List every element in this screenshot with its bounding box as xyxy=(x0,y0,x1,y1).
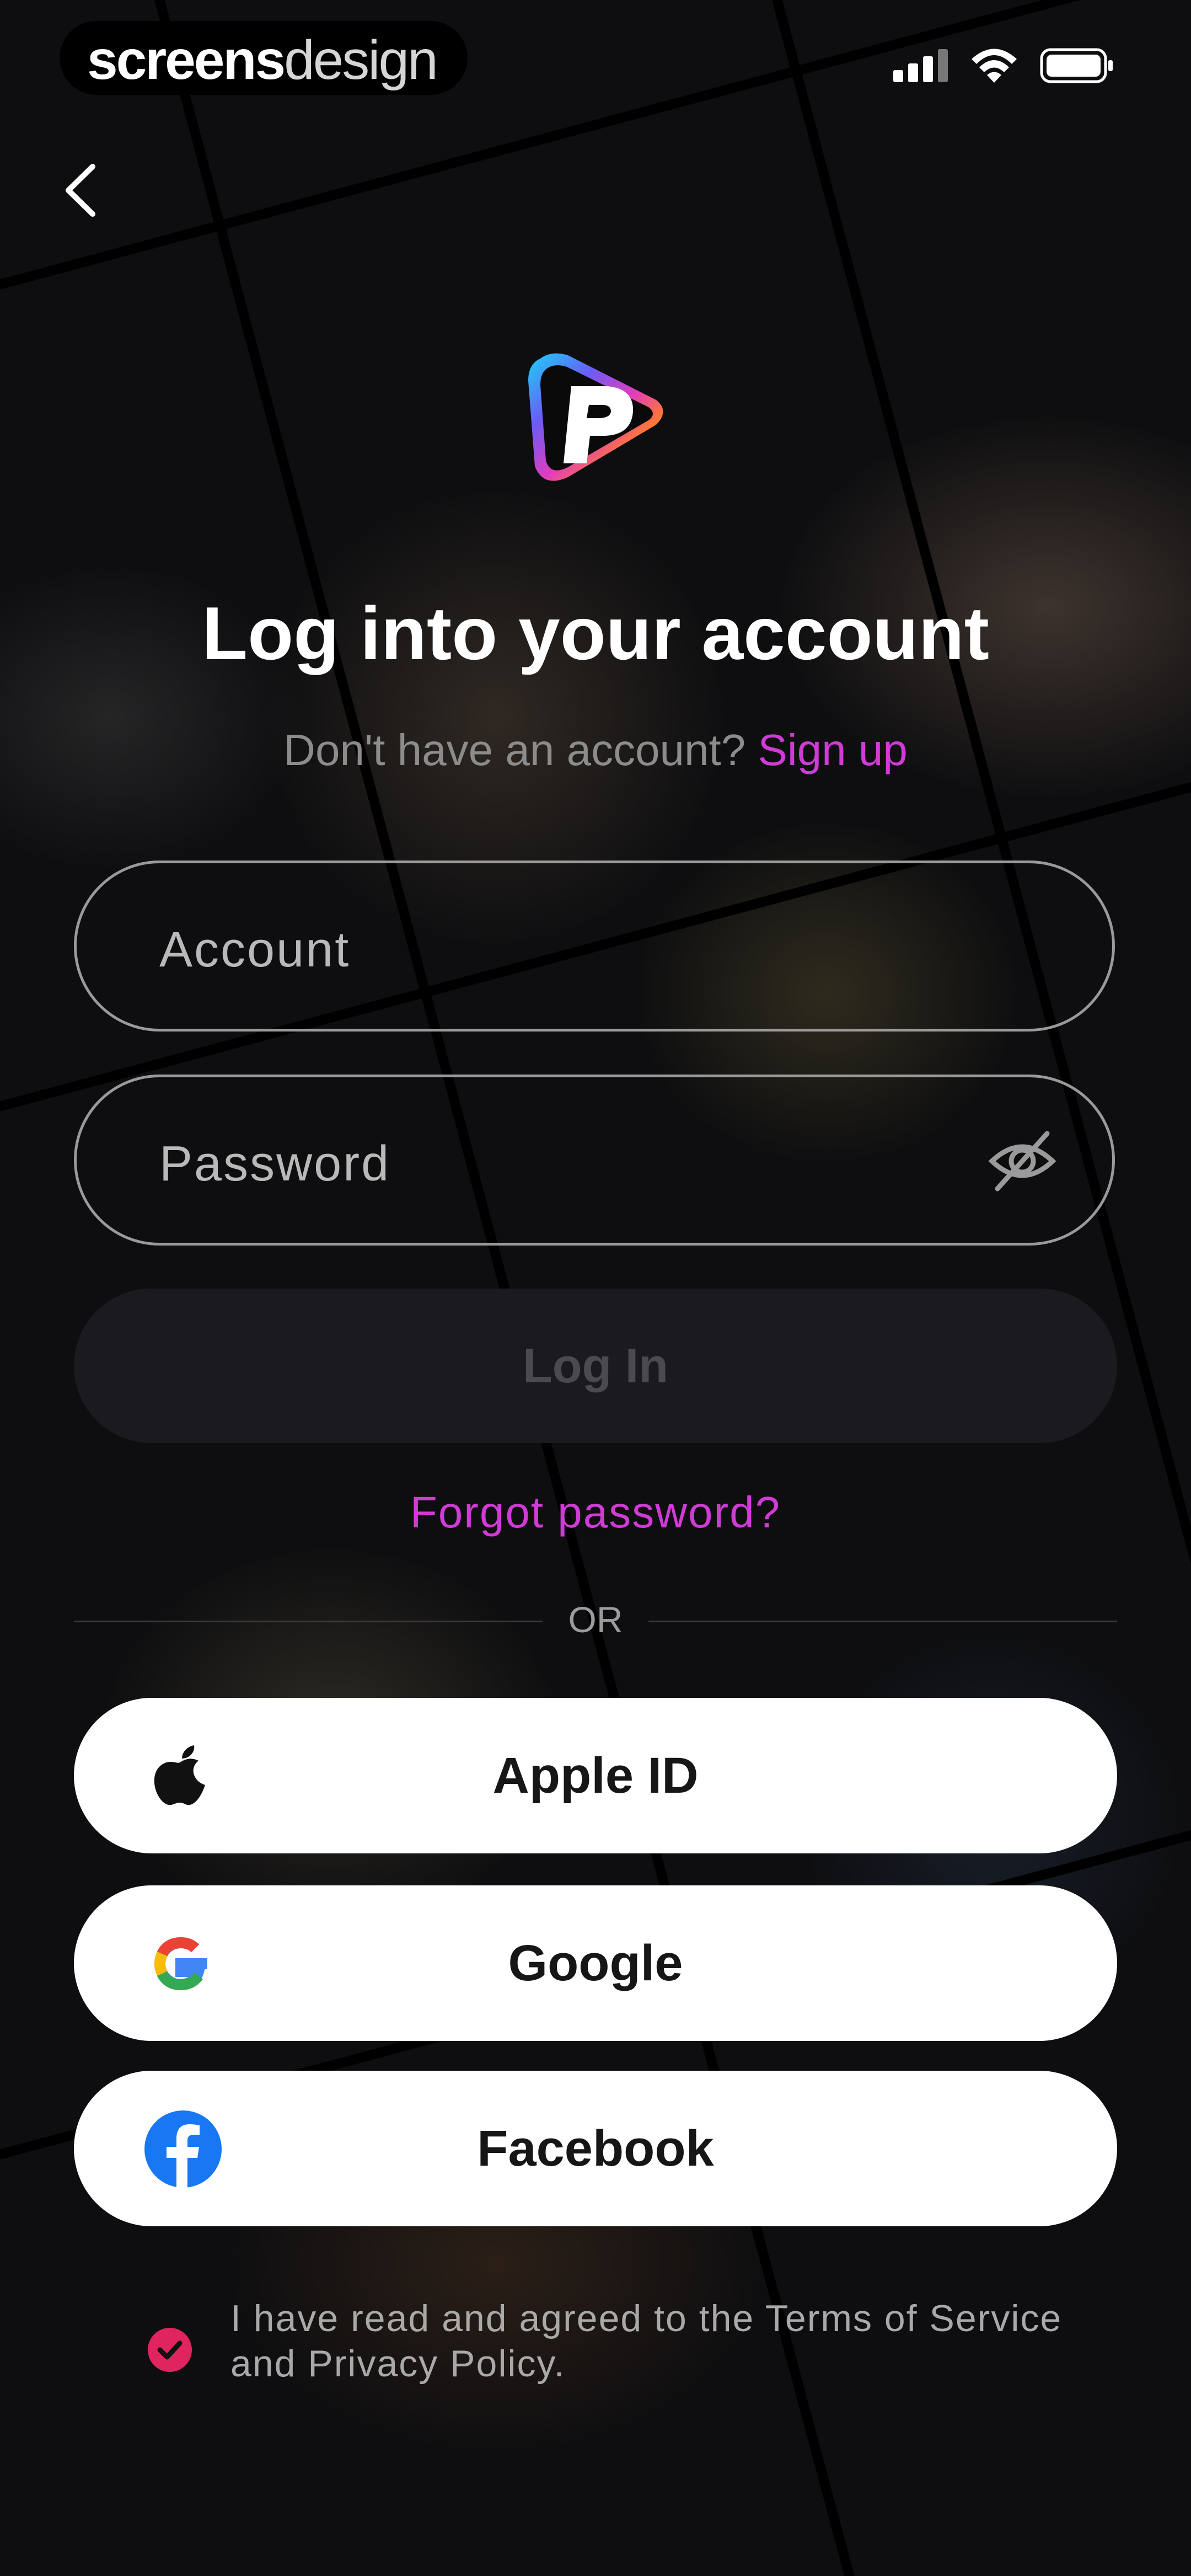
terms-checkbox[interactable] xyxy=(148,2328,192,2372)
forgot-password-link[interactable]: Forgot password? xyxy=(0,1487,1191,1538)
password-field[interactable]: Password xyxy=(74,1075,1115,1246)
apple-id-button[interactable]: Apple ID xyxy=(74,1698,1117,1853)
signup-link[interactable]: Sign up xyxy=(758,725,908,774)
eye-off-icon[interactable] xyxy=(988,1128,1057,1194)
signal-icon xyxy=(893,49,948,82)
status-bar: screensdesign xyxy=(0,0,1191,110)
brand-bold: screens xyxy=(87,29,286,91)
divider-line-right xyxy=(648,1621,1117,1622)
password-placeholder: Password xyxy=(159,1136,391,1191)
login-screen: screensdesign Log into your account Don'… xyxy=(0,0,1191,2576)
account-placeholder: Account xyxy=(159,922,351,977)
app-logo-icon xyxy=(528,353,663,481)
back-button[interactable] xyxy=(55,160,110,221)
brand-light: design xyxy=(284,29,438,91)
facebook-label: Facebook xyxy=(477,2120,714,2177)
account-field[interactable]: Account xyxy=(74,861,1115,1032)
google-button[interactable]: Google xyxy=(74,1885,1117,2041)
or-label: OR xyxy=(568,1599,623,1640)
wifi-icon xyxy=(972,49,1017,83)
brand-badge: screensdesign xyxy=(60,21,468,95)
chevron-left-icon xyxy=(66,164,95,217)
signup-prompt: Don't have an account? xyxy=(283,725,746,774)
status-icons xyxy=(893,46,1114,85)
apple-id-label: Apple ID xyxy=(492,1747,699,1804)
login-button[interactable]: Log In xyxy=(74,1289,1117,1443)
brand-logo: screensdesign xyxy=(87,29,438,92)
page-title: Log into your account xyxy=(202,591,989,675)
terms-text: I have read and agreed to the Terms of S… xyxy=(230,2297,1063,2385)
or-divider: OR xyxy=(74,1599,1117,1643)
signup-prompt-row: Don't have an account? Sign up xyxy=(0,725,1191,776)
google-label: Google xyxy=(508,1935,683,1991)
battery-icon xyxy=(1040,48,1113,83)
facebook-button[interactable]: Facebook xyxy=(74,2071,1117,2226)
